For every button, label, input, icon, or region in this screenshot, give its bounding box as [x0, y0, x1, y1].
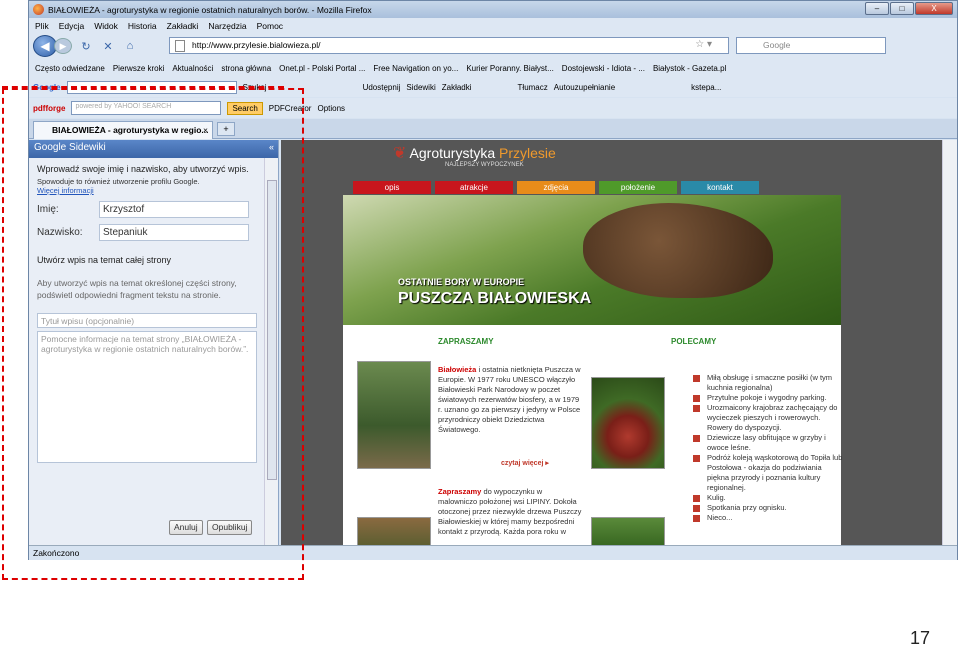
translate-button[interactable]: Tłumacz — [518, 83, 548, 92]
url-text: http://www.przylesie.bialowieza.pl/ — [192, 40, 321, 50]
recommend-heading: POLECAMY — [671, 337, 717, 346]
site-slogan: NAJLEPSZY WYPOCZYNEK — [445, 162, 524, 168]
bookmark-item[interactable]: Kurier Poranny. Białyst... — [466, 64, 553, 73]
search-box[interactable]: Google — [736, 37, 886, 54]
bookmark-item[interactable]: Free Navigation on yo... — [373, 64, 458, 73]
site-logo[interactable]: ❦ Agroturystyka Przylesie — [393, 143, 556, 163]
list-item: Przytulne pokoje i wygodny parking. — [693, 393, 843, 403]
list-item: Spotkania przy ognisku. — [693, 503, 843, 513]
menu-edycja[interactable]: Edycja — [59, 21, 85, 31]
list-item: Podróż koleją wąskotorową do Topiła lub … — [693, 453, 843, 493]
page-content: ❦ Agroturystyka Przylesie NAJLEPSZY WYPO… — [281, 140, 942, 545]
bison-image — [583, 203, 773, 298]
google-bookmarks-button[interactable]: Zakładki — [442, 83, 472, 92]
firefox-icon — [33, 4, 44, 15]
menu-bar: Plik Edycja Widok Historia Zakładki Narz… — [29, 18, 957, 33]
title-bar: BIAŁOWIEŻA - agroturystyka w regionie os… — [29, 1, 957, 18]
nav-zdjecia[interactable]: zdjęcia — [517, 181, 595, 194]
page-icon — [175, 40, 185, 52]
bookmark-item[interactable]: Pierwsze kroki — [113, 64, 165, 73]
list-item: Dziewicze lasy obfitujące w grzyby i owo… — [693, 433, 843, 453]
close-button[interactable]: X — [915, 2, 953, 15]
bookmarks-toolbar: Często odwiedzane Pierwsze kroki Aktualn… — [29, 59, 957, 77]
home-icon[interactable]: ⌂ — [122, 40, 138, 52]
page-scrollbar[interactable] — [942, 140, 957, 545]
search-placeholder: Google — [763, 40, 791, 50]
navigation-bar: ◀ ▶ ↻ ✕ ⌂ http://www.przylesie.bialowiez… — [29, 33, 957, 59]
menu-historia[interactable]: Historia — [128, 21, 157, 31]
nav-kontakt[interactable]: kontakt — [681, 181, 759, 194]
forward-button[interactable]: ▶ — [54, 38, 72, 54]
menu-zakladki[interactable]: Zakładki — [167, 21, 199, 31]
menu-widok[interactable]: Widok — [94, 21, 118, 31]
autofill-button[interactable]: Autouzupełnianie — [554, 83, 615, 92]
site-nav: opis atrakcje zdjęcia położenie kontakt — [353, 181, 759, 194]
bookmark-star-icon[interactable]: ☆ ▾ — [695, 39, 712, 50]
highlight-pointer — [2, 86, 284, 88]
hero-image: OSTATNIE BORY W EUROPIE PUSZCZA BIAŁOWIE… — [343, 195, 841, 325]
website: ❦ Agroturystyka Przylesie NAJLEPSZY WYPO… — [343, 140, 843, 545]
nav-atrakcje[interactable]: atrakcje — [435, 181, 513, 194]
sidewiki-button[interactable]: Sidewiki — [406, 83, 435, 92]
berries-photo — [591, 377, 665, 469]
highlight-frame — [2, 88, 304, 580]
read-more-link[interactable]: czytaj więcej ▸ — [501, 459, 549, 467]
bookmark-item[interactable]: Onet.pl - Polski Portal ... — [279, 64, 365, 73]
stop-icon[interactable]: ✕ — [100, 40, 116, 53]
account-button[interactable]: kstepa... — [691, 83, 721, 92]
menu-plik[interactable]: Plik — [35, 21, 49, 31]
list-item: Kulig. — [693, 493, 843, 503]
bookmark-item[interactable]: strona główna — [221, 64, 271, 73]
nav-polozenie[interactable]: położenie — [599, 181, 677, 194]
list-item: Miłą obsługę i smaczne posiłki (w tym ku… — [693, 373, 843, 393]
bookmark-item[interactable]: Białystok - Gazeta.pl — [653, 64, 726, 73]
minimize-button[interactable]: – — [865, 2, 889, 15]
hero-subtitle: OSTATNIE BORY W EUROPIE — [398, 277, 525, 287]
nav-opis[interactable]: opis — [353, 181, 431, 194]
plant-photo — [591, 517, 665, 545]
bookmark-item[interactable]: Aktualności — [172, 64, 213, 73]
address-bar[interactable]: http://www.przylesie.bialowieza.pl/ ☆ ▾ — [169, 37, 729, 54]
p2-bold: Zapraszamy — [438, 487, 482, 496]
list-item: Nieco... — [693, 513, 843, 523]
slide-page-number: 17 — [909, 628, 930, 648]
bookmark-item[interactable]: Dostojewski - Idiota - ... — [562, 64, 645, 73]
menu-narzedzia[interactable]: Narzędzia — [208, 21, 246, 31]
share-button[interactable]: Udostępnij — [363, 83, 401, 92]
bookmark-item[interactable]: Często odwiedzane — [35, 64, 105, 73]
hero-title: PUSZCZA BIAŁOWIESKA — [398, 290, 592, 307]
p1-text: i ostatnia nietknięta Puszcza w Europie.… — [438, 365, 581, 434]
p1-bold: Białowieża — [438, 365, 477, 374]
reload-icon[interactable]: ↻ — [78, 40, 94, 53]
hiker-photo — [357, 361, 431, 469]
menu-pomoc[interactable]: Pomoc — [257, 21, 283, 31]
options-button[interactable]: Options — [317, 104, 345, 113]
list-item: Urozmaicony krajobraz zachęcający do wyc… — [693, 403, 843, 433]
second-photo — [357, 517, 431, 545]
maximize-button[interactable]: □ — [890, 2, 914, 15]
welcome-heading: ZAPRASZAMY — [438, 337, 494, 346]
window-title: BIAŁOWIEŻA - agroturystyka w regionie os… — [48, 4, 372, 15]
recommend-list: Miłą obsługę i smaczne posiłki (w tym ku… — [693, 373, 843, 523]
leaf-icon: ❦ — [393, 145, 407, 162]
